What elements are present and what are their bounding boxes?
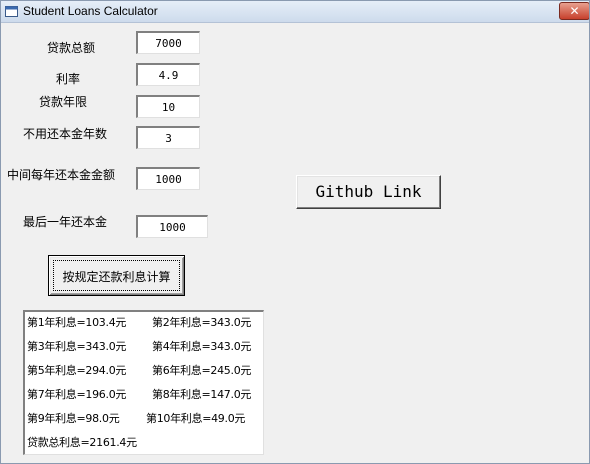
github-link-button[interactable]: Github Link	[296, 175, 441, 209]
loan-amount-label: 贷款总额	[47, 41, 96, 55]
year-4-interest: 第4年利息=343.0元	[152, 340, 252, 353]
app-window: Student Loans Calculator ✕ 贷款总额 利率 贷款年限 …	[0, 0, 590, 464]
term-input[interactable]	[136, 95, 200, 118]
final-payment-input[interactable]	[136, 215, 208, 238]
total-interest: 贷款总利息=2161.4元	[27, 436, 137, 449]
grace-years-input[interactable]	[136, 126, 200, 149]
close-icon: ✕	[569, 4, 580, 18]
window-icon	[5, 6, 18, 17]
calculate-button-label: 按规定还款利息计算	[62, 270, 171, 284]
year-10-interest: 第10年利息=49.0元	[146, 412, 246, 425]
results-textbox[interactable]: 第1年利息=103.4元 第2年利息=343.0元 第3年利息=343.0元 第…	[23, 310, 264, 455]
year-9-interest: 第9年利息=98.0元	[27, 412, 120, 425]
year-8-interest: 第8年利息=147.0元	[152, 388, 252, 401]
calculate-button[interactable]: 按规定还款利息计算	[48, 255, 185, 296]
window-title: Student Loans Calculator	[23, 4, 158, 18]
grace-years-label: 不用还本金年数	[23, 127, 108, 141]
mid-payment-input[interactable]	[136, 167, 200, 190]
rate-label: 利率	[56, 72, 81, 86]
year-1-interest: 第1年利息=103.4元	[27, 316, 127, 329]
year-3-interest: 第3年利息=343.0元	[27, 340, 127, 353]
rate-input[interactable]	[136, 63, 200, 86]
term-label: 贷款年限	[39, 95, 88, 109]
year-6-interest: 第6年利息=245.0元	[152, 364, 252, 377]
loan-amount-input[interactable]	[136, 31, 200, 54]
year-7-interest: 第7年利息=196.0元	[27, 388, 127, 401]
year-5-interest: 第5年利息=294.0元	[27, 364, 127, 377]
close-button[interactable]: ✕	[559, 2, 589, 20]
final-payment-label: 最后一年还本金	[23, 215, 108, 229]
mid-payment-label: 中间每年还本金金额	[7, 168, 116, 182]
title-bar[interactable]: Student Loans Calculator ✕	[1, 1, 589, 23]
year-2-interest: 第2年利息=343.0元	[152, 316, 252, 329]
